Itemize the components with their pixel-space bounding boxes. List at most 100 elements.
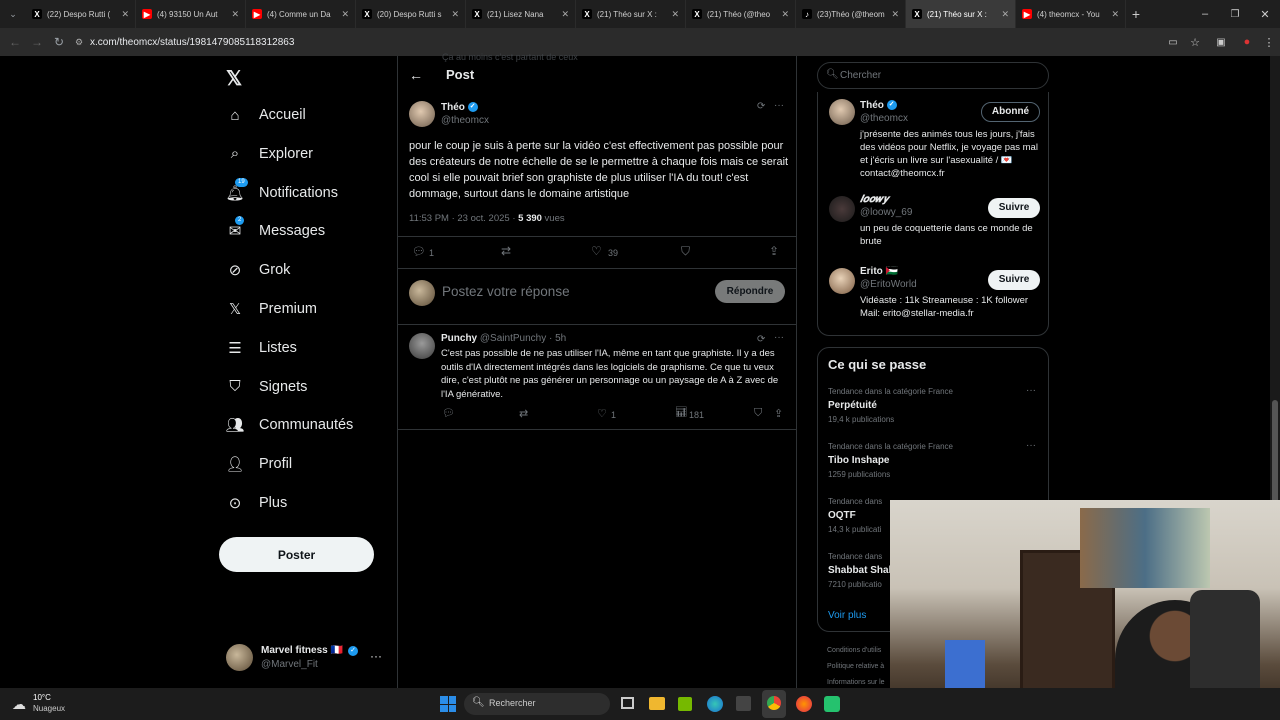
- profile-icon[interactable]: ●: [1236, 36, 1258, 48]
- close-tab-icon[interactable]: ✕: [561, 9, 569, 20]
- browser-tab[interactable]: ▶ (4) Comme un Da ✕: [246, 0, 356, 28]
- app-icon[interactable]: [824, 696, 840, 712]
- more-options-icon[interactable]: ···: [774, 332, 784, 343]
- retweet-icon[interactable]: ⇄: [519, 407, 528, 420]
- store-icon[interactable]: [736, 696, 751, 711]
- new-tab-button[interactable]: +: [1126, 6, 1146, 22]
- trend-more-icon[interactable]: ···: [1026, 385, 1036, 396]
- nav-item-premium[interactable]: 𝕏 Premium: [226, 291, 317, 327]
- bookmark-star-icon[interactable]: ☆: [1184, 36, 1206, 49]
- nav-item-accueil[interactable]: ⌂ Accueil: [226, 97, 305, 133]
- close-tab-icon[interactable]: ✕: [231, 9, 239, 20]
- browser-tab[interactable]: X (21) Théo sur X : ✕: [576, 0, 686, 28]
- following-button[interactable]: Abonné: [981, 102, 1040, 122]
- browser-tab[interactable]: X (21) Théo sur X : ✕: [906, 0, 1016, 28]
- nav-item-communautés[interactable]: 👥︎ Communautés: [225, 407, 353, 443]
- close-tab-icon[interactable]: ✕: [781, 9, 789, 20]
- taskbar-search[interactable]: 🔍︎ Rechercher: [464, 693, 610, 715]
- nav-item-messages[interactable]: ✉ 2 Messages: [226, 213, 325, 249]
- browser-tab[interactable]: X (21) Théo (@theo ✕: [686, 0, 796, 28]
- extensions-icon[interactable]: ▣: [1206, 37, 1236, 48]
- post-button[interactable]: Poster: [219, 537, 374, 572]
- more-options-icon[interactable]: ···: [774, 100, 784, 111]
- search-input[interactable]: Chercher: [840, 70, 881, 81]
- trend-more-icon[interactable]: ···: [1026, 440, 1036, 451]
- author-name[interactable]: Théo ✓: [441, 102, 478, 113]
- retweet-icon[interactable]: ⇄: [501, 244, 511, 258]
- browser-tab[interactable]: ♪ (23)Théo (@theom ✕: [796, 0, 906, 28]
- search-box[interactable]: 🔍︎ Chercher: [817, 62, 1049, 89]
- menu-icon[interactable]: ⋮: [1258, 36, 1280, 49]
- browser-tab[interactable]: X (22) Despo Rutti (✕: [26, 0, 136, 28]
- file-explorer-icon[interactable]: [649, 697, 665, 710]
- bookmark-icon[interactable]: ⛉: [681, 244, 690, 259]
- share-icon[interactable]: ⇪: [774, 407, 783, 420]
- tab-list-icon[interactable]: ⌄: [0, 9, 26, 20]
- url-field[interactable]: x.com/theomcx/status/1981479085118312863: [90, 37, 294, 48]
- install-icon[interactable]: ▭: [1162, 37, 1184, 48]
- reply-input[interactable]: Postez votre réponse: [442, 284, 570, 299]
- author-avatar[interactable]: [409, 101, 435, 127]
- close-tab-icon[interactable]: ✕: [1111, 9, 1119, 20]
- maximize-icon[interactable]: ❐: [1220, 9, 1250, 20]
- back-arrow-icon[interactable]: ←: [409, 67, 423, 83]
- forward-icon[interactable]: →: [26, 35, 48, 49]
- show-more-link[interactable]: Voir plus: [828, 610, 866, 621]
- close-tab-icon[interactable]: ✕: [121, 9, 129, 20]
- chrome-icon[interactable]: [762, 690, 786, 718]
- site-info-icon[interactable]: ⚙: [70, 37, 88, 48]
- nav-item-explorer[interactable]: ⌕ Explorer: [226, 136, 313, 172]
- browser-tab[interactable]: X (20) Despo Rutti s ✕: [356, 0, 466, 28]
- follow-button[interactable]: Suivre: [988, 198, 1040, 218]
- footer-link[interactable]: Informations sur le: [827, 679, 885, 686]
- back-icon[interactable]: ←: [4, 35, 26, 49]
- reply-author-handle[interactable]: @SaintPunchy · 5h: [480, 333, 566, 344]
- minimize-icon[interactable]: –: [1190, 8, 1220, 20]
- account-switcher[interactable]: Marvel fitness 🇫🇷 ✓ @Marvel_Fit ···: [226, 642, 386, 674]
- x-logo-icon[interactable]: 𝕏: [226, 66, 242, 91]
- reload-icon[interactable]: ↻: [48, 35, 70, 49]
- task-view-icon[interactable]: [621, 697, 634, 709]
- browser-tab[interactable]: ▶ (4) 93150 Un Aut ✕: [136, 0, 246, 28]
- profile-avatar[interactable]: [829, 99, 855, 125]
- grok-icon[interactable]: ⟳: [757, 334, 765, 345]
- footer-link[interactable]: Conditions d'utilis: [827, 647, 881, 654]
- nav-item-grok[interactable]: ⊘ Grok: [226, 252, 291, 288]
- grok-icon[interactable]: ⟳: [757, 101, 765, 112]
- browser-tab[interactable]: X (21) Lisez Nana ✕: [466, 0, 576, 28]
- nav-item-notifications[interactable]: 🔔︎ 19 Notifications: [225, 175, 338, 211]
- nav-item-listes[interactable]: ☰ Listes: [226, 330, 297, 366]
- nvidia-icon[interactable]: [678, 697, 692, 711]
- profile-name[interactable]: Théo ✓: [860, 100, 897, 111]
- close-tab-icon[interactable]: ✕: [671, 9, 679, 20]
- close-tab-icon[interactable]: ✕: [451, 9, 459, 20]
- footer-link[interactable]: Politique relative à: [827, 663, 884, 670]
- nav-item-signets[interactable]: ⛉ Signets: [226, 369, 307, 405]
- nav-item-plus[interactable]: ⊙ Plus: [226, 485, 288, 521]
- more-dots-icon[interactable]: ···: [370, 649, 382, 663]
- reply-icon[interactable]: 💬︎: [442, 408, 455, 419]
- like-icon[interactable]: ♡: [597, 407, 607, 420]
- browser-tab[interactable]: ▶ (4) theomcx - You ✕: [1016, 0, 1126, 28]
- views-icon[interactable]: 📊︎: [675, 407, 688, 418]
- share-icon[interactable]: ⇪: [769, 244, 779, 258]
- author-handle[interactable]: @theomcx: [441, 115, 489, 126]
- trend-name: OQTF: [828, 510, 856, 521]
- nav-item-profil[interactable]: 👤︎ Profil: [225, 446, 292, 482]
- reply-icon[interactable]: 💬︎: [412, 245, 426, 258]
- close-tab-icon[interactable]: ✕: [891, 9, 899, 20]
- reply-author-name[interactable]: Punchy: [441, 333, 477, 344]
- firefox-icon[interactable]: [796, 696, 812, 712]
- weather-icon[interactable]: ☁: [12, 696, 26, 713]
- windows-taskbar: ☁ 10°C Nuageux 🔍︎ Rechercher: [0, 688, 1280, 720]
- reply-button[interactable]: Répondre: [715, 280, 785, 303]
- follow-button[interactable]: Suivre: [988, 270, 1040, 290]
- reply-avatar[interactable]: [409, 333, 435, 359]
- start-icon[interactable]: [440, 696, 456, 712]
- close-tab-icon[interactable]: ✕: [341, 9, 349, 20]
- edge-icon[interactable]: [707, 696, 723, 712]
- like-icon[interactable]: ♡: [591, 244, 602, 258]
- close-tab-icon[interactable]: ✕: [1001, 9, 1009, 20]
- close-window-icon[interactable]: ✕: [1250, 8, 1280, 21]
- bookmark-icon[interactable]: ⛉: [754, 407, 762, 420]
